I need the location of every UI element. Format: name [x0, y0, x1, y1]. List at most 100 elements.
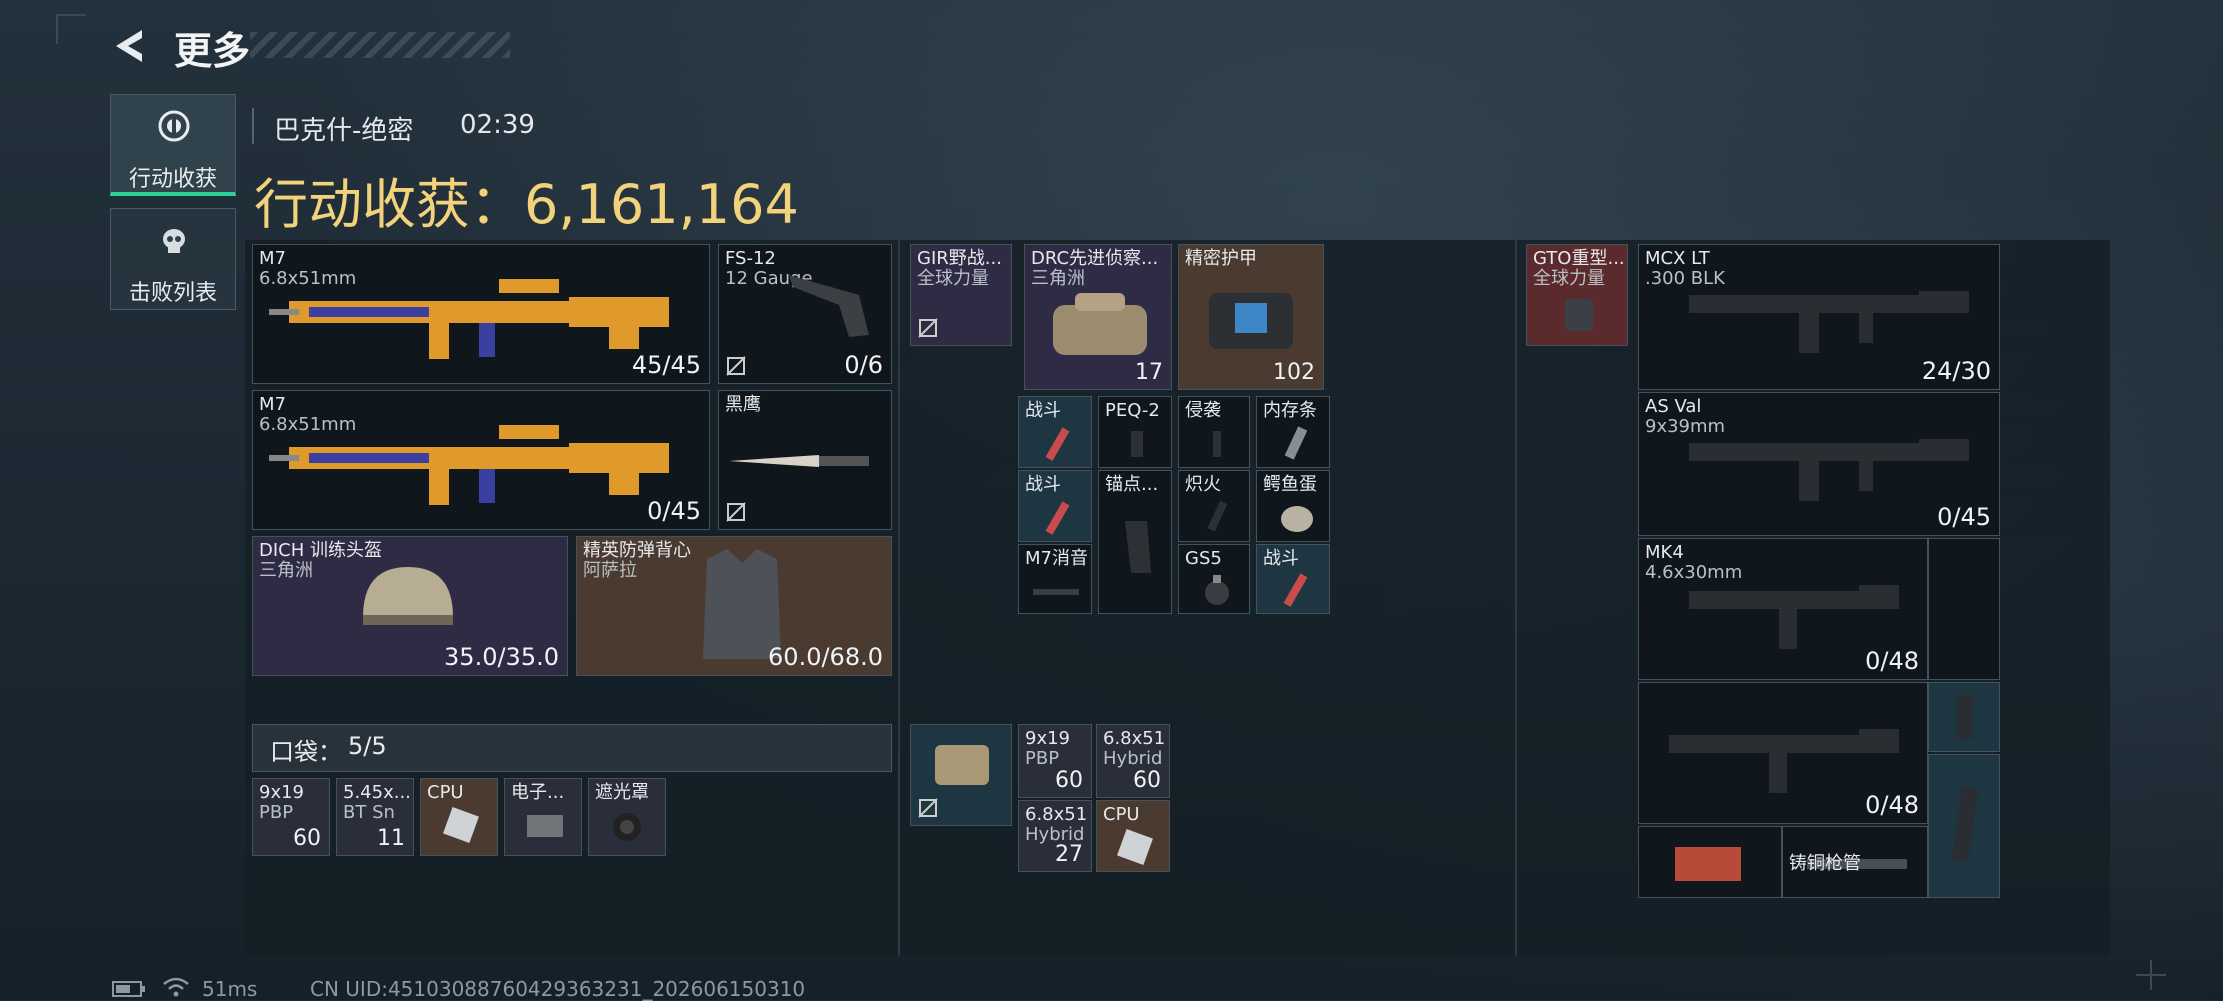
container-weapon[interactable]: MCX LT .300 BLK 24/30 [1638, 244, 2000, 390]
item-name: 战斗 [1263, 548, 1299, 569]
item-name: FS-12 [725, 248, 776, 269]
tab-loot-label: 行动收获 [128, 167, 217, 192]
item-name: PEQ-2 [1105, 400, 1160, 421]
item-sub: PBP [259, 802, 294, 823]
rifle-icon [269, 425, 669, 505]
magazine-icon [1957, 695, 1973, 739]
divider [252, 108, 254, 144]
item-name: 战斗 [1025, 400, 1061, 421]
item-name: 5.45x... [343, 782, 411, 803]
rig-slot[interactable]: 侵袭 [1178, 396, 1250, 468]
item-name: 锚点... [1105, 474, 1159, 495]
item-name: 6.8x51 [1025, 804, 1088, 825]
item-name: GIR野战... [917, 248, 1002, 269]
rig-slot-tall[interactable]: 锚点... [1098, 470, 1172, 614]
ammo-count: 0/45 [1937, 503, 1991, 531]
no-armor-icon [918, 798, 938, 818]
skull-icon [163, 229, 185, 253]
pocket-count: 5/5 [348, 732, 387, 760]
magazine-icon [1952, 786, 1979, 862]
item-name: 6.8x51 [1103, 728, 1166, 749]
item-name: GTO重型... [1533, 248, 1625, 269]
helmet-icon [363, 567, 453, 625]
lens-hood-icon [613, 813, 641, 841]
syringe-icon [1045, 427, 1070, 461]
gpu-slot[interactable] [1638, 826, 1782, 898]
total-number: 6,161,164 [524, 173, 799, 236]
pocket-item[interactable]: 电子... [504, 778, 582, 856]
wifi-icon [163, 977, 189, 997]
pocket-item[interactable]: 遮光罩 [588, 778, 666, 856]
primary-weapon-1[interactable]: M7 6.8x51mm 45/45 [252, 244, 710, 384]
rifle-icon [1689, 291, 1969, 353]
chest-rig[interactable]: GIR野战... 全球力量 [910, 244, 1012, 346]
electronics-icon [527, 815, 563, 837]
rig-slot[interactable]: 鳄鱼蛋 [1256, 470, 1330, 542]
item-faction: 全球力量 [917, 268, 989, 289]
rifle-icon [269, 279, 669, 359]
rig-slot[interactable]: PEQ-2 [1098, 396, 1172, 468]
tab-kill-list[interactable]: 击败列表 [110, 208, 236, 310]
pocket-item[interactable]: CPU [420, 778, 498, 856]
sidearm[interactable]: FS-12 12 Gauge 0/6 [718, 244, 892, 384]
rifle-icon [1689, 439, 1969, 501]
case-icon [935, 745, 989, 785]
item-faction: 全球力量 [1533, 268, 1605, 289]
rifle-icon [1669, 729, 1899, 793]
melee[interactable]: 黑鹰 [718, 390, 892, 530]
container-item[interactable]: CPU [1096, 800, 1170, 872]
rig-slot[interactable]: M7消音 [1018, 544, 1092, 614]
container-item[interactable]: 9x19 PBP 60 [1018, 724, 1092, 798]
item-name: 鳄鱼蛋 [1263, 474, 1317, 495]
panel-divider [1515, 240, 1517, 956]
item-count: 60 [1055, 768, 1083, 793]
rig-slot[interactable]: 内存条 [1256, 396, 1330, 468]
armor-icon [1209, 293, 1293, 349]
ammo-count: 24/30 [1921, 357, 1991, 385]
tab-loot[interactable]: 行动收获 [110, 94, 236, 196]
smg-icon [1689, 585, 1899, 649]
magazine-slot[interactable] [1928, 682, 2000, 752]
battery-icon [112, 981, 145, 997]
ammo-count: 0/6 [844, 351, 883, 379]
item-name: 电子... [511, 782, 565, 803]
item-name: 精英防弹背心 [583, 540, 691, 561]
item-name: 炽火 [1185, 474, 1221, 495]
backpack[interactable]: DRC先进侦察... 三角洲 17 [1024, 244, 1172, 390]
egg-icon [1281, 506, 1313, 532]
capacity: 17 [1135, 360, 1163, 385]
cpu-icon [1117, 829, 1153, 865]
helmet[interactable]: DICH 训练头盔 三角洲 35.0/35.0 [252, 536, 568, 676]
container-weapon[interactable]: MK4 4.6x30mm 0/48 [1638, 538, 1928, 680]
rig-slot[interactable]: 战斗 [1018, 396, 1092, 468]
back-icon[interactable] [110, 26, 150, 66]
container-item[interactable]: 6.8x51 Hybrid 27 [1018, 800, 1092, 872]
rig-slot[interactable]: 战斗 [1018, 470, 1092, 542]
container-slot[interactable] [1928, 538, 2000, 680]
uid: CN UID:4510308876042936323​1_20260615031… [310, 977, 806, 1001]
tab-kill-list-label: 击败列表 [128, 281, 217, 306]
primary-weapon-2[interactable]: M7 6.8x51mm 0/45 [252, 390, 710, 530]
ammo-count: 0/48 [1865, 647, 1919, 675]
container-case[interactable] [910, 724, 1012, 826]
pocket-item[interactable]: 9x19 PBP 60 [252, 778, 330, 856]
panel-divider [898, 240, 900, 956]
crosshair-icon [2136, 960, 2166, 990]
grip-icon [1213, 431, 1221, 457]
item-name: 战斗 [1025, 474, 1061, 495]
magazine-slot[interactable] [1928, 754, 2000, 898]
item-name: 黑鹰 [725, 394, 761, 415]
pocket-item[interactable]: 5.45x... BT Sn 11 [336, 778, 414, 856]
safe-box[interactable]: GTO重型... 全球力量 [1526, 244, 1628, 346]
rig-slot[interactable]: 战斗 [1256, 544, 1330, 614]
container-item[interactable]: 6.8x51 Hybrid 60 [1096, 724, 1170, 798]
armor-plate[interactable]: 精密护甲 102 [1178, 244, 1324, 390]
corner-mark [56, 14, 86, 44]
barrel-slot[interactable]: 铸铜枪管 [1782, 826, 1928, 898]
item-name: MK4 [1645, 542, 1684, 563]
container-weapon[interactable]: 0/48 [1638, 682, 1928, 824]
rig-slot[interactable]: 炽火 [1178, 470, 1250, 542]
body-armor[interactable]: 精英防弹背心 阿萨拉 60.0/68.0 [576, 536, 892, 676]
container-weapon[interactable]: AS Val 9x39mm 0/45 [1638, 392, 2000, 536]
rig-slot[interactable]: GS5 [1178, 544, 1250, 614]
